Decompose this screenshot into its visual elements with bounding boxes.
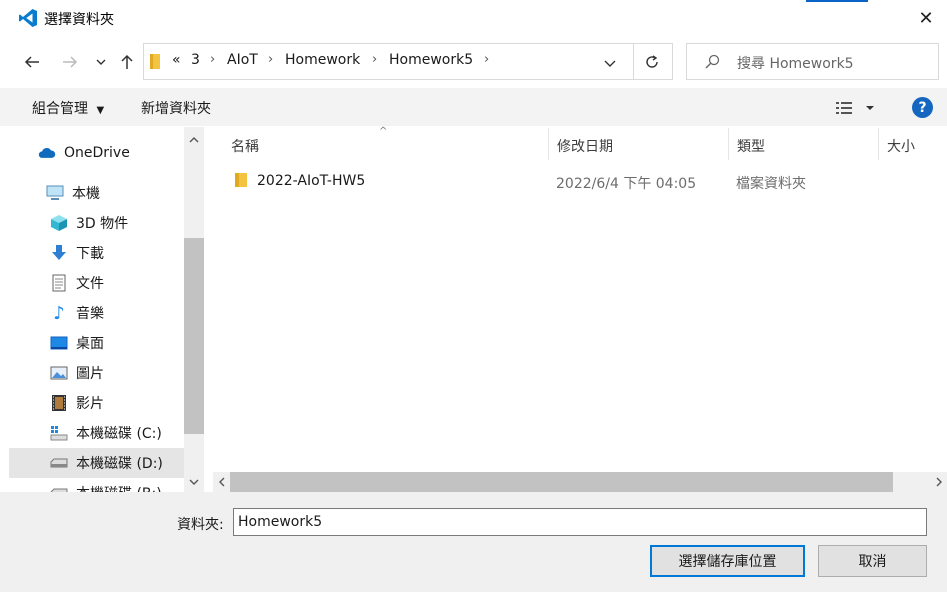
sidebar-item-label: 3D 物件 <box>76 216 129 232</box>
music-icon: ♪ <box>53 302 65 324</box>
column-divider[interactable] <box>728 128 729 160</box>
sidebar-item-label: 桌面 <box>76 336 104 352</box>
chevron-right-icon[interactable]: › <box>268 52 273 67</box>
breadcrumb-overflow[interactable]: « <box>172 52 181 68</box>
sidebar-item-drive-d[interactable]: 本機磁碟 (D:) <box>9 448 184 478</box>
sidebar-item-drive-c[interactable]: 本機磁碟 (C:) <box>50 418 162 448</box>
breadcrumb-item-current[interactable]: Homework5 <box>389 52 473 68</box>
forward-button[interactable] <box>58 50 82 74</box>
sidebar-scrollbar-thumb[interactable] <box>184 238 204 434</box>
background-window-edge <box>806 0 868 2</box>
window-title: 選擇資料夾 <box>44 12 114 28</box>
sidebar-item-music[interactable]: ♪ 音樂 <box>50 298 104 328</box>
folder-icon <box>234 172 248 188</box>
recent-locations-button[interactable] <box>93 54 109 70</box>
sidebar-item-label: 本機磁碟 (D:) <box>76 456 163 472</box>
drive-c-icon <box>50 424 68 442</box>
select-folder-button[interactable]: 選擇儲存庫位置 <box>650 545 805 577</box>
arrow-right-icon <box>63 56 78 68</box>
arrow-left-icon <box>24 56 39 68</box>
sidebar-item-label: 下載 <box>76 246 104 262</box>
vscode-icon <box>18 8 38 28</box>
sort-ascending-icon: ^ <box>379 126 388 137</box>
sidebar-item-3d-objects[interactable]: 3D 物件 <box>50 208 128 238</box>
horizontal-scrollbar-thumb[interactable] <box>230 472 893 492</box>
breadcrumb-item[interactable]: AIoT <box>227 52 258 68</box>
sidebar-item-this-pc[interactable]: 本機 <box>46 178 100 208</box>
chevron-right-icon[interactable]: › <box>372 52 377 67</box>
cube-3d-icon <box>50 214 68 232</box>
close-button[interactable]: ✕ <box>912 6 940 30</box>
column-header-size[interactable]: 大小 <box>887 136 915 156</box>
organize-label: 組合管理 <box>32 101 88 117</box>
drive-icon <box>50 484 68 492</box>
column-header-type[interactable]: 類型 <box>737 136 765 156</box>
column-header-name[interactable]: 名稱 <box>231 136 259 156</box>
sidebar-item-pictures[interactable]: 圖片 <box>50 358 104 388</box>
folder-field-label: 資料夾: <box>177 517 224 533</box>
folder-name-input[interactable] <box>233 508 927 536</box>
drive-icon <box>50 454 68 472</box>
cancel-button[interactable]: 取消 <box>818 545 927 577</box>
arrow-up-icon <box>121 54 133 69</box>
sidebar-item-videos[interactable]: 影片 <box>50 388 104 418</box>
help-button[interactable]: ? <box>912 97 933 118</box>
up-button[interactable] <box>115 50 139 74</box>
computer-icon <box>46 184 64 202</box>
sidebar-item-label: 音樂 <box>76 306 104 322</box>
refresh-icon <box>646 55 658 68</box>
chevron-right-icon[interactable]: › <box>484 52 489 67</box>
sidebar-item-label: 圖片 <box>76 366 104 382</box>
sidebar-item-label: OneDrive <box>64 145 130 161</box>
back-button[interactable] <box>20 50 44 74</box>
caret-down-icon: ▼ <box>96 105 105 116</box>
sidebar-item-label: 影片 <box>76 396 104 412</box>
divider <box>633 43 634 80</box>
column-header-date[interactable]: 修改日期 <box>557 136 613 156</box>
file-name[interactable]: 2022-AIoT-HW5 <box>257 173 365 189</box>
search-placeholder: 搜尋 Homework5 <box>737 56 854 72</box>
chevron-down-icon <box>604 60 616 67</box>
column-divider[interactable] <box>878 128 879 160</box>
refresh-button[interactable] <box>642 52 662 72</box>
scroll-down-icon[interactable] <box>187 476 201 488</box>
file-modified: 2022/6/4 下午 04:05 <box>556 176 697 192</box>
sidebar-item-documents[interactable]: 文件 <box>50 268 104 298</box>
scroll-left-icon[interactable] <box>215 476 227 488</box>
sidebar-item-label: 本機磁碟 (B:) <box>76 483 162 492</box>
address-history-button[interactable] <box>602 55 618 71</box>
pictures-icon <box>50 364 68 382</box>
title-bar <box>0 0 947 36</box>
sidebar-item-drive-b[interactable]: 本機磁碟 (B:) <box>50 478 162 492</box>
sidebar-item-desktop[interactable]: 桌面 <box>50 328 104 358</box>
cloud-icon <box>38 144 56 162</box>
view-options-icon <box>836 102 874 114</box>
scroll-up-icon[interactable] <box>187 133 201 145</box>
video-icon <box>50 394 68 412</box>
desktop-icon <box>50 334 68 352</box>
column-divider[interactable] <box>548 128 549 160</box>
sidebar-item-label: 本機磁碟 (C:) <box>76 426 162 442</box>
sidebar-item-onedrive[interactable]: OneDrive <box>38 138 130 168</box>
search-icon <box>704 54 720 70</box>
file-type: 檔案資料夾 <box>736 176 806 192</box>
document-icon <box>50 274 68 292</box>
breadcrumb-item[interactable]: 3 <box>191 52 200 68</box>
chevron-right-icon[interactable]: › <box>210 52 215 67</box>
folder-icon <box>149 53 161 70</box>
download-icon <box>50 244 68 262</box>
scroll-right-icon[interactable] <box>933 476 945 488</box>
sidebar-item-downloads[interactable]: 下載 <box>50 238 104 268</box>
new-folder-button[interactable]: 新增資料夾 <box>141 98 211 118</box>
navigation-pane[interactable]: OneDrive 本機 3D 物件 下載 文件 ♪ 音樂 桌面 圖片 影片 本機… <box>9 127 184 492</box>
chevron-down-icon <box>96 59 106 65</box>
sidebar-item-label: 文件 <box>76 276 104 292</box>
sidebar-item-label: 本機 <box>72 186 100 202</box>
dialog-footer <box>0 492 947 592</box>
organize-button[interactable]: 組合管理 ▼ <box>32 98 104 118</box>
breadcrumb-item[interactable]: Homework <box>285 52 360 68</box>
view-options-button[interactable] <box>836 100 876 116</box>
